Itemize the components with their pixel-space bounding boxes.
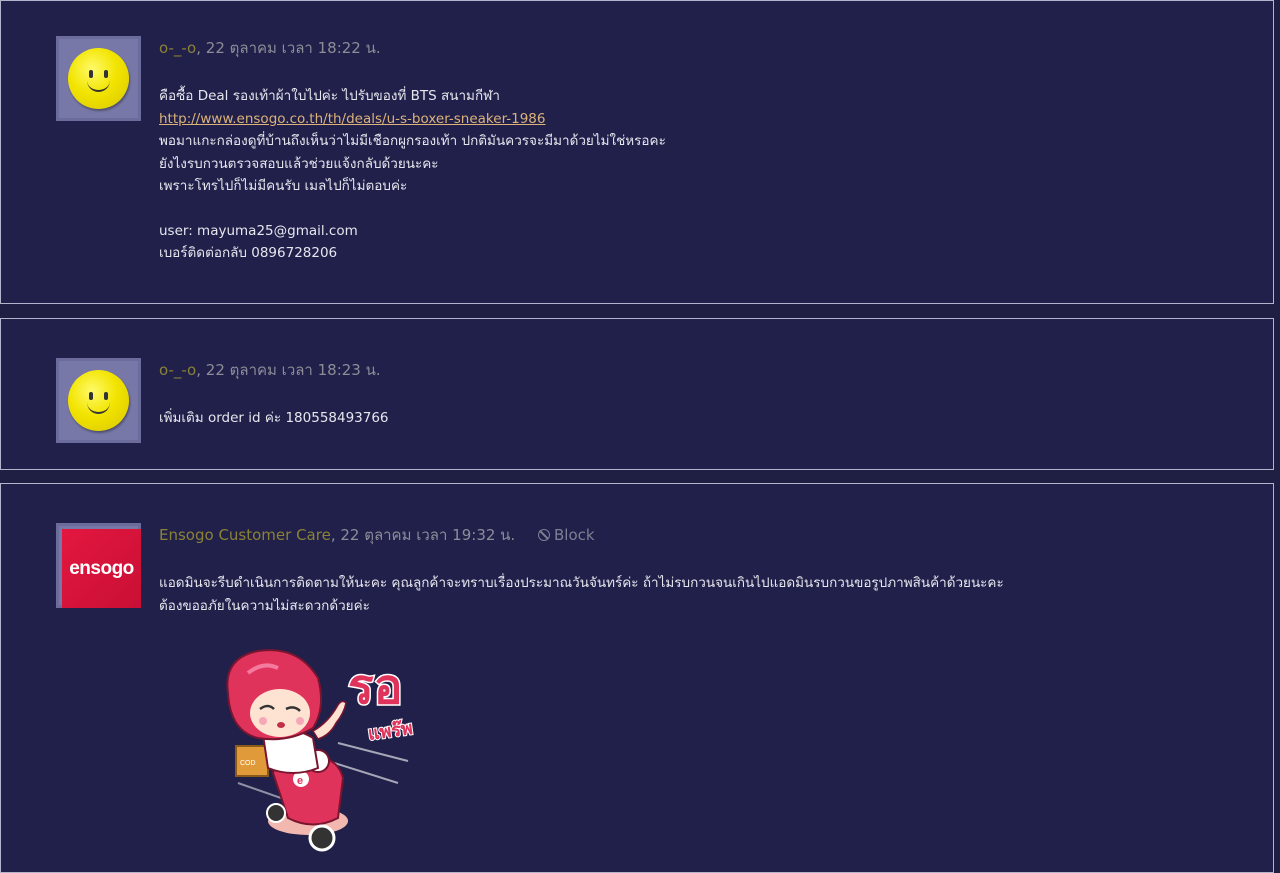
ensogo-logo: ensogo	[62, 529, 141, 608]
svg-text:e: e	[297, 775, 303, 787]
sticker-sub-text: แพร๊พ	[367, 718, 414, 745]
author-name[interactable]: o-_-o	[159, 39, 196, 57]
comment-meta: o-_-o, 22 ตุลาคม เวลา 18:22 น.	[159, 36, 381, 60]
comment-body: คือซื้อ Deal รองเท้าผ้าใบไปค่ะ ไปรับของท…	[159, 85, 666, 265]
block-label: Block	[553, 526, 595, 544]
delivery-girl-sticker: e COD รอ แพร๊พ	[226, 649, 415, 852]
comment-line: user: mayuma25@gmail.com	[159, 222, 358, 239]
block-button[interactable]: Block	[537, 526, 595, 544]
author-name[interactable]: Ensogo Customer Care	[159, 526, 331, 544]
comment-line: ยังไงรบกวนตรวจสอบแล้วช่วยแจ้งกลับด้วยนะค…	[159, 155, 439, 172]
comment-line: ต้องขออภัยในความไม่สะดวกด้วยค่ะ	[159, 597, 370, 614]
user-avatar[interactable]	[56, 358, 141, 443]
block-icon	[537, 529, 550, 541]
cod-box-label: COD	[240, 760, 256, 767]
comment-line: เบอร์ติดต่อกลับ 0896728206	[159, 245, 338, 261]
smiley-icon	[68, 48, 129, 109]
brand-avatar[interactable]: ensogo	[56, 523, 141, 608]
comment-meta: Ensogo Customer Care, 22 ตุลาคม เวลา 19:…	[159, 523, 595, 547]
comment-card: o-_-o, 22 ตุลาคม เวลา 18:22 น. คือซื้อ D…	[0, 0, 1274, 304]
comment-timestamp: , 22 ตุลาคม เวลา 18:22 น.	[196, 39, 381, 57]
deal-link[interactable]: http://www.ensogo.co.th/th/deals/u-s-box…	[159, 111, 546, 127]
comment-line: พอมาแกะกล่องดูที่บ้านถึงเห็นว่าไม่มีเชือ…	[159, 133, 666, 149]
comment-timestamp: , 22 ตุลาคม เวลา 19:32 น.	[330, 526, 516, 544]
comment-body: แอดมินจะรีบดำเนินการติดตามให้นะคะ คุณลูก…	[159, 572, 1004, 617]
author-name[interactable]: o-_-o	[159, 361, 196, 379]
comment-card: o-_-o, 22 ตุลาคม เวลา 18:23 น. เพิ่มเติม…	[0, 318, 1274, 470]
comment-line: คือซื้อ Deal รองเท้าผ้าใบไปค่ะ ไปรับของท…	[159, 88, 500, 104]
comment-timestamp: , 22 ตุลาคม เวลา 18:23 น.	[196, 361, 381, 379]
smiley-icon	[68, 370, 129, 431]
comment-line: เพิ่มเติม order id ค่ะ 180558493766	[159, 410, 389, 426]
comment-card: ensogo Ensogo Customer Care, 22 ตุลาคม เ…	[0, 483, 1274, 873]
user-avatar[interactable]	[56, 36, 141, 121]
sticker-wait-text: รอ	[348, 659, 403, 715]
comment-line: แอดมินจะรีบดำเนินการติดตามให้นะคะ คุณลูก…	[159, 575, 1004, 591]
comment-meta: o-_-o, 22 ตุลาคม เวลา 18:23 น.	[159, 358, 381, 382]
comment-line: เพราะโทรไปก็ไม่มีคนรับ เมลไปก็ไม่ตอบค่ะ	[159, 178, 408, 194]
comment-body: เพิ่มเติม order id ค่ะ 180558493766	[159, 407, 389, 430]
